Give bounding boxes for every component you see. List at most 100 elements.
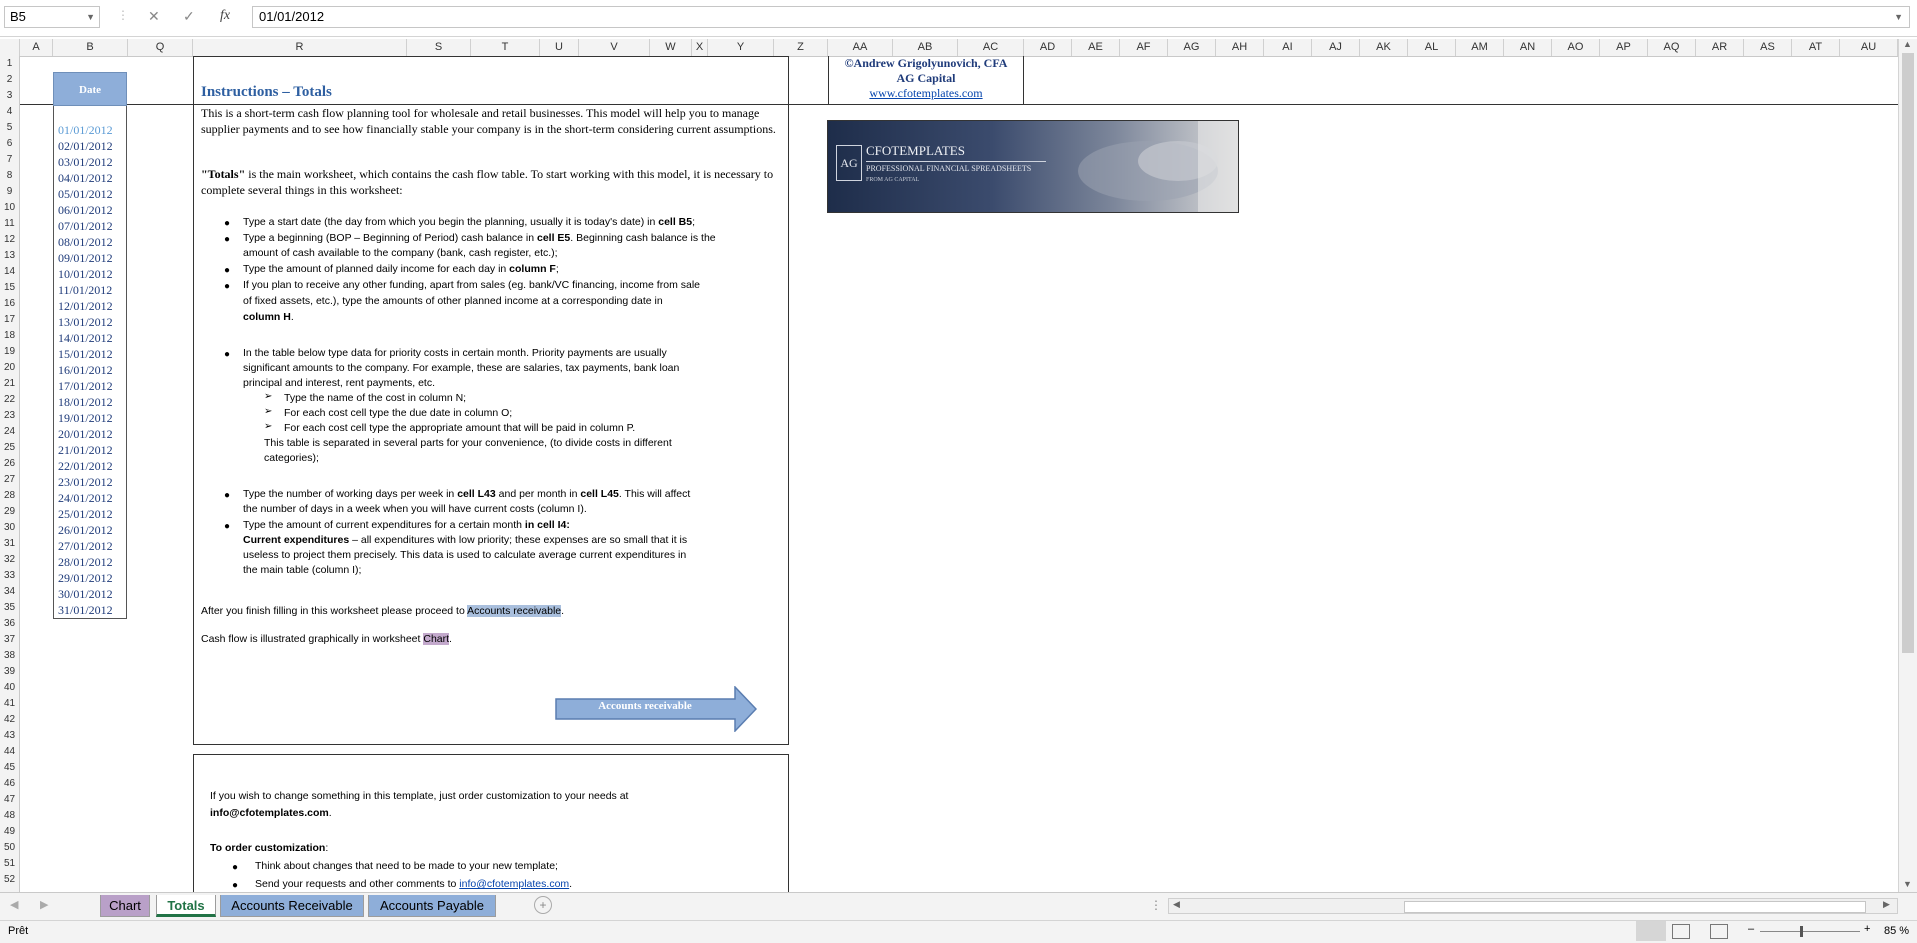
zoom-in-icon[interactable]: +	[1864, 923, 1870, 935]
date-cell[interactable]: 25/01/2012	[58, 507, 113, 522]
row-header[interactable]: 34	[0, 584, 19, 600]
col-header[interactable]: X	[692, 39, 708, 56]
row-header[interactable]: 24	[0, 424, 19, 440]
row-header[interactable]: 22	[0, 392, 19, 408]
row-header[interactable]: 13	[0, 248, 19, 264]
col-header[interactable]: AJ	[1312, 39, 1360, 56]
col-header[interactable]: AI	[1264, 39, 1312, 56]
date-cell[interactable]: 08/01/2012	[58, 235, 113, 250]
date-cell[interactable]: 21/01/2012	[58, 443, 113, 458]
col-header[interactable]: AN	[1504, 39, 1552, 56]
zoom-slider[interactable]	[1760, 931, 1860, 932]
col-header[interactable]: AB	[893, 39, 958, 56]
date-cell[interactable]: 23/01/2012	[58, 475, 113, 490]
col-header[interactable]: AK	[1360, 39, 1408, 56]
date-cell[interactable]: 14/01/2012	[58, 331, 113, 346]
date-cell[interactable]: 29/01/2012	[58, 571, 113, 586]
col-header[interactable]: AE	[1072, 39, 1120, 56]
row-header[interactable]: 32	[0, 552, 19, 568]
row-header[interactable]: 52	[0, 872, 19, 888]
horizontal-scrollbar[interactable]: ◀ ▶	[1168, 898, 1898, 914]
date-cell[interactable]: 22/01/2012	[58, 459, 113, 474]
row-header[interactable]: 35	[0, 600, 19, 616]
page-break-view-icon[interactable]	[1710, 924, 1728, 939]
vertical-scrollbar[interactable]: ▲ ▼	[1898, 39, 1917, 892]
vertical-scroll-thumb[interactable]	[1902, 53, 1914, 653]
date-cell[interactable]: 31/01/2012	[58, 603, 113, 618]
row-header[interactable]: 44	[0, 744, 19, 760]
row-header[interactable]: 15	[0, 280, 19, 296]
row-header[interactable]: 19	[0, 344, 19, 360]
row-header[interactable]: 45	[0, 760, 19, 776]
zoom-slider-thumb[interactable]	[1800, 926, 1803, 937]
date-cell[interactable]: 10/01/2012	[58, 267, 113, 282]
date-cell[interactable]: 03/01/2012	[58, 155, 113, 170]
row-header[interactable]: 4	[0, 104, 19, 120]
row-header[interactable]: 7	[0, 152, 19, 168]
page-layout-view-icon[interactable]	[1672, 924, 1690, 939]
row-header[interactable]: 47	[0, 792, 19, 808]
col-header[interactable]: AF	[1120, 39, 1168, 56]
row-header[interactable]: 20	[0, 360, 19, 376]
zoom-out-icon[interactable]: –	[1748, 923, 1754, 935]
date-cell[interactable]: 28/01/2012	[58, 555, 113, 570]
row-header[interactable]: 14	[0, 264, 19, 280]
scroll-down-icon[interactable]: ▼	[1903, 879, 1912, 889]
row-header[interactable]: 48	[0, 808, 19, 824]
col-header[interactable]: AG	[1168, 39, 1216, 56]
col-header[interactable]: AO	[1552, 39, 1600, 56]
expand-formula-icon[interactable]: ▼	[1894, 7, 1903, 27]
row-header[interactable]: 43	[0, 728, 19, 744]
scroll-right-icon[interactable]: ▶	[1883, 899, 1890, 910]
col-header[interactable]: AH	[1216, 39, 1264, 56]
col-header[interactable]: AA	[828, 39, 893, 56]
col-header[interactable]: AD	[1024, 39, 1072, 56]
row-header[interactable]: 51	[0, 856, 19, 872]
row-header[interactable]: 17	[0, 312, 19, 328]
col-header[interactable]: AR	[1696, 39, 1744, 56]
row-header[interactable]: 46	[0, 776, 19, 792]
tab-totals[interactable]: Totals	[156, 895, 216, 917]
name-box[interactable]: B5 ▼	[4, 6, 100, 28]
insert-function-icon[interactable]: fx	[220, 8, 230, 24]
date-cell[interactable]: 02/01/2012	[58, 139, 113, 154]
col-header[interactable]: Q	[128, 39, 193, 56]
col-header[interactable]: U	[540, 39, 579, 56]
prev-sheet-icon[interactable]: ◀	[10, 898, 18, 911]
col-header[interactable]: Z	[774, 39, 828, 56]
col-header[interactable]: S	[407, 39, 471, 56]
website-link[interactable]: www.cfotemplates.com	[869, 86, 982, 100]
col-header[interactable]: AU	[1840, 39, 1898, 56]
date-cell[interactable]: 24/01/2012	[58, 491, 113, 506]
date-cell[interactable]: 01/01/2012	[58, 123, 113, 138]
add-sheet-icon[interactable]: +	[534, 896, 552, 914]
row-header[interactable]: 23	[0, 408, 19, 424]
horizontal-scroll-thumb[interactable]	[1404, 901, 1866, 913]
col-header[interactable]: B	[53, 39, 128, 56]
col-header[interactable]: T	[471, 39, 540, 56]
row-header[interactable]: 36	[0, 616, 19, 632]
row-header[interactable]: 21	[0, 376, 19, 392]
date-cell[interactable]: 17/01/2012	[58, 379, 113, 394]
col-header[interactable]: W	[650, 39, 692, 56]
row-header[interactable]: 6	[0, 136, 19, 152]
row-header[interactable]: 49	[0, 824, 19, 840]
col-header[interactable]: A	[20, 39, 53, 56]
date-cell[interactable]: 20/01/2012	[58, 427, 113, 442]
tab-split-handle-icon[interactable]: ⋮	[1150, 898, 1162, 912]
date-cell[interactable]: 26/01/2012	[58, 523, 113, 538]
row-header[interactable]: 11	[0, 216, 19, 232]
row-header[interactable]: 3	[0, 88, 19, 104]
date-cell[interactable]: 07/01/2012	[58, 219, 113, 234]
date-cell[interactable]: 18/01/2012	[58, 395, 113, 410]
date-cell[interactable]: 06/01/2012	[58, 203, 113, 218]
col-header[interactable]: AC	[958, 39, 1024, 56]
tab-accounts-payable[interactable]: Accounts Payable	[368, 895, 496, 917]
email-link[interactable]: info@cfotemplates.com	[459, 878, 569, 890]
col-header[interactable]: Y	[708, 39, 774, 56]
row-header[interactable]: 39	[0, 664, 19, 680]
row-header[interactable]: 9	[0, 184, 19, 200]
date-cell[interactable]: 19/01/2012	[58, 411, 113, 426]
row-header[interactable]: 1	[0, 56, 19, 72]
row-header[interactable]: 18	[0, 328, 19, 344]
